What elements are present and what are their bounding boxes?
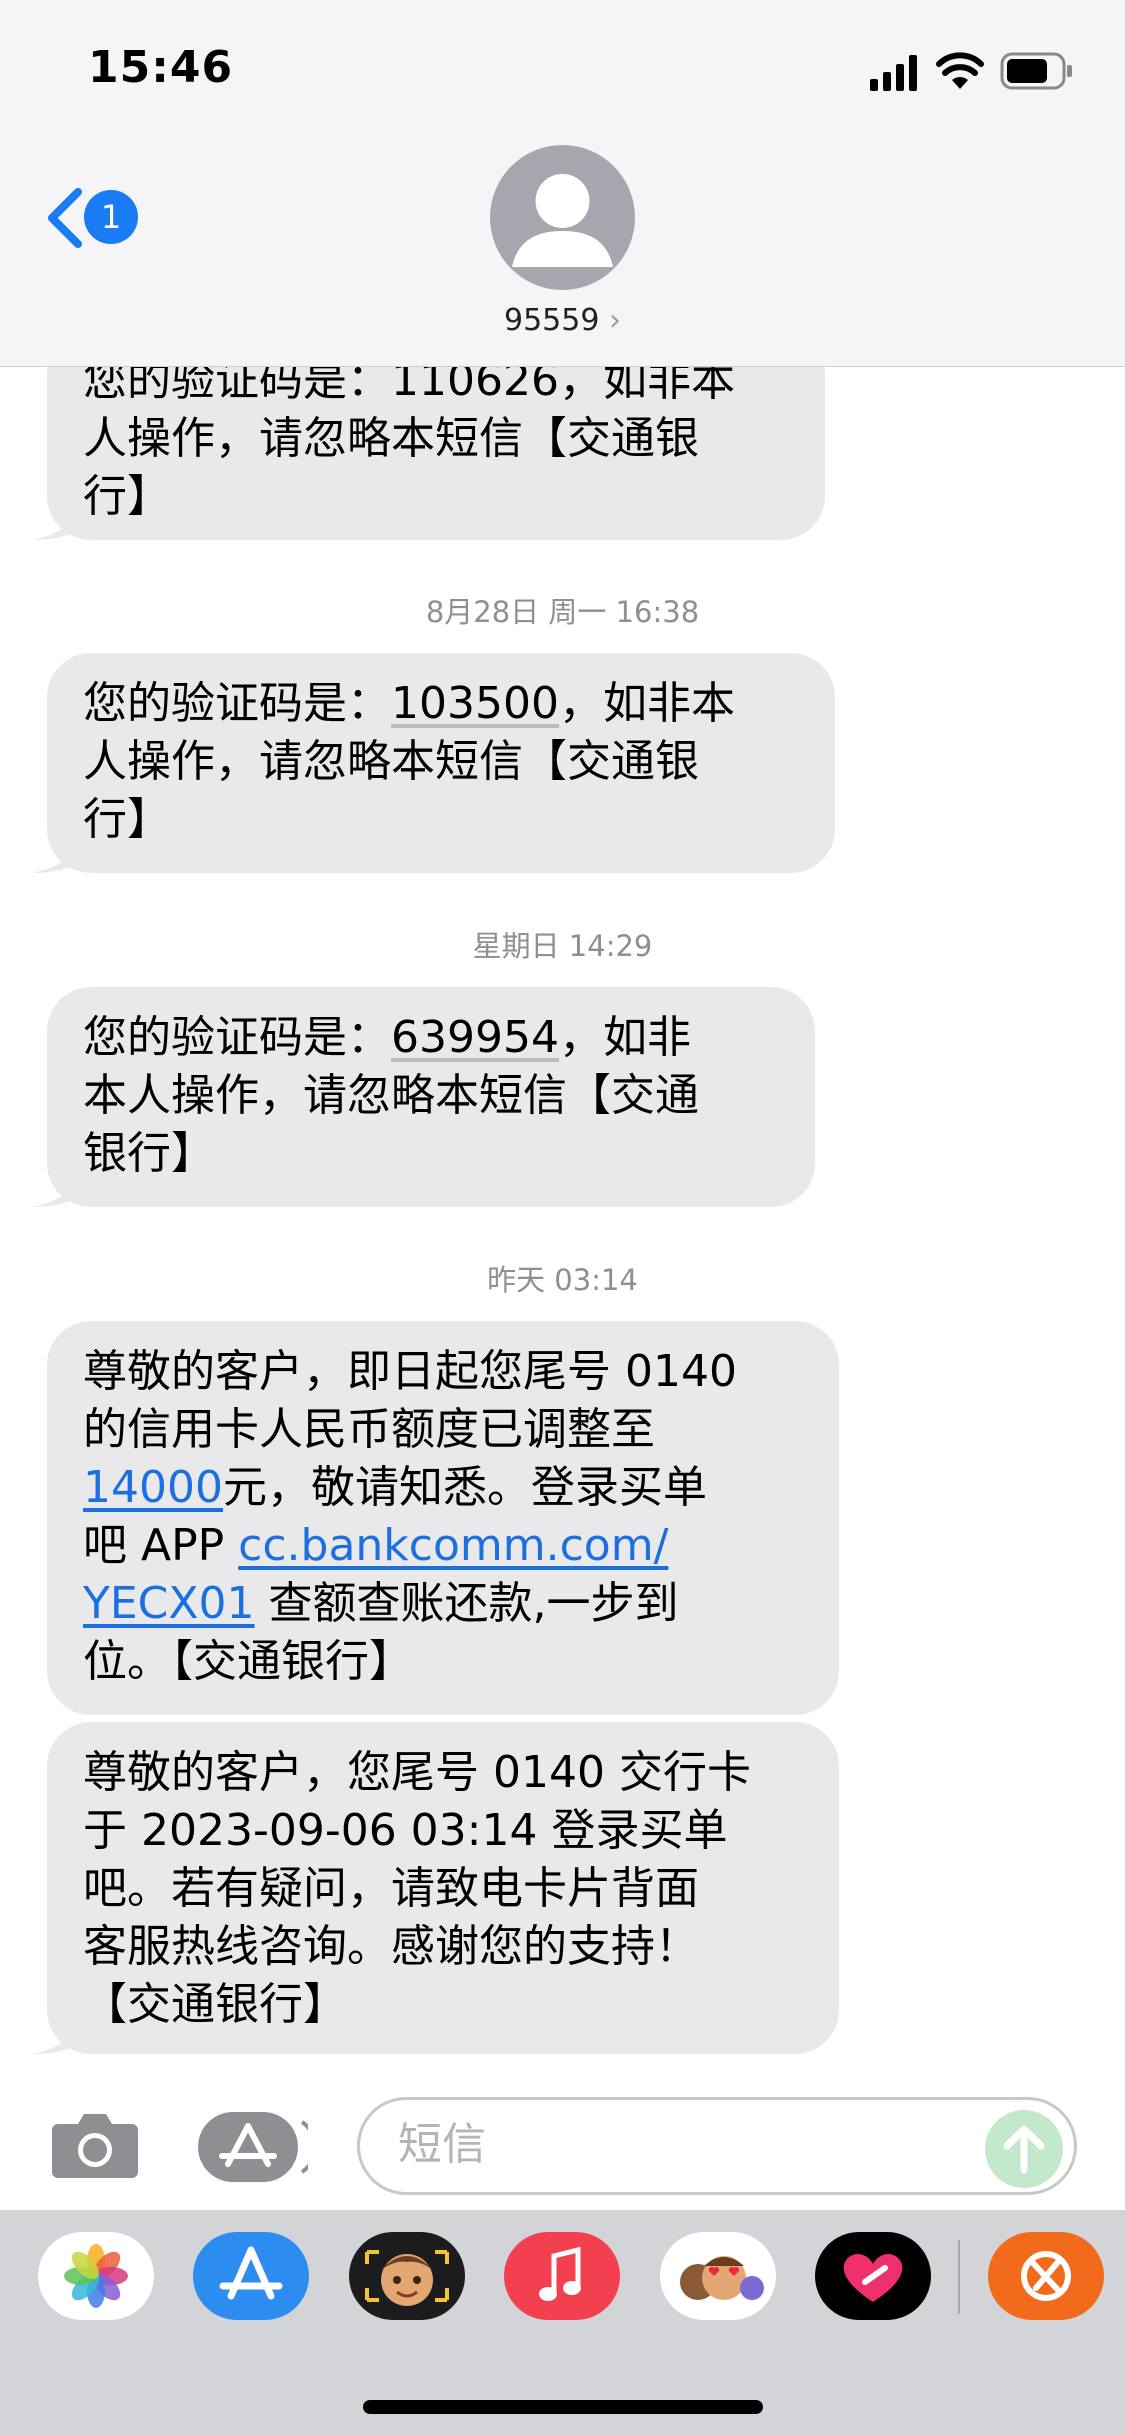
- photos-icon[interactable]: [38, 2232, 154, 2320]
- message-text-line: 您的验证码是：639954，如非: [83, 1009, 779, 1067]
- message-timestamp: 8月28日 周一 16:38: [425, 595, 700, 629]
- arrow-up-icon: [1003, 2125, 1045, 2174]
- app-store-icon[interactable]: [193, 2232, 309, 2320]
- contact-name: 95559: [504, 303, 600, 338]
- message-text: 元，敬请知悉。登录买单: [222, 1462, 707, 1513]
- bubble-tail: [31, 500, 79, 540]
- message-timestamp: 昨天 03:14: [487, 1263, 638, 1297]
- message-text: 您的验证码是：: [83, 678, 391, 729]
- battery-icon: [1000, 52, 1072, 90]
- message-text: 查额查账还款,一步到: [254, 1578, 679, 1629]
- message-text: 您的验证码是：: [83, 1012, 391, 1063]
- memoji-icon[interactable]: [349, 2232, 465, 2320]
- camera-icon: [52, 2114, 138, 2178]
- chevron-left-icon: [48, 188, 82, 248]
- chevron-right-icon: ›: [608, 303, 621, 338]
- message-text: 人操作，请忽略本短信【交通银: [83, 736, 699, 787]
- status-time: 15:46: [88, 42, 234, 93]
- message-text-line: 您的验证码是：103500，如非本: [83, 675, 799, 733]
- message-text: 银行】: [83, 1128, 215, 1179]
- amount-link[interactable]: 14000: [83, 1462, 223, 1513]
- send-button[interactable]: [985, 2110, 1063, 2188]
- conversation-header: 15:46 1 95559 ›: [0, 0, 1125, 367]
- message-text-line: 吧 APP cc.bankcomm.com/: [83, 1517, 803, 1575]
- message-text: 吧。若有疑问，请致电卡片背面: [83, 1863, 699, 1914]
- message-text: 的信用卡人民币额度已调整至: [83, 1404, 655, 1455]
- bubble-tail: [31, 1167, 79, 1207]
- music-note: [539, 2246, 581, 2301]
- wifi-icon: [936, 52, 984, 89]
- message-timestamp: 星期日 14:29: [472, 929, 653, 963]
- app-drawer-button[interactable]: [198, 2112, 318, 2186]
- camera-button[interactable]: [50, 2110, 140, 2184]
- message-text: 尊敬的客户，您尾号 0140 交行卡: [83, 1747, 751, 1798]
- person-icon: [512, 174, 613, 267]
- unread-count-badge: 1: [84, 190, 138, 244]
- message-text: 尊敬的客户，即日起您尾号 0140: [83, 1346, 737, 1397]
- url-link[interactable]: YECX01: [83, 1578, 255, 1629]
- message-text: 吧 APP: [83, 1520, 239, 1571]
- message-text: ，如非: [558, 1012, 691, 1063]
- message-bubble[interactable]: 您的验证码是：639954，如非 本人操作，请忽略本短信【交通 银行】: [31, 987, 815, 1207]
- heart-app-icon[interactable]: [815, 2232, 931, 2320]
- home-indicator[interactable]: [363, 2400, 763, 2414]
- cellular-signal-icon: [870, 55, 917, 91]
- contact-name-row[interactable]: 95559 ›: [0, 303, 1125, 338]
- photos-flower: [64, 2244, 128, 2308]
- message-text: 人操作，请忽略本短信【交通银: [83, 413, 699, 464]
- memoji-stickers-icon[interactable]: [660, 2232, 776, 2320]
- music-icon[interactable]: [504, 2232, 620, 2320]
- message-text: 位。【交通银行】: [83, 1636, 413, 1687]
- verification-code[interactable]: 639954: [391, 1012, 559, 1063]
- orange-app-glyph: [1021, 2251, 1071, 2301]
- message-text: ，如非本: [558, 678, 735, 729]
- message-text: 本人操作，请忽略本短信【交通: [83, 1070, 699, 1121]
- contact-avatar[interactable]: [490, 145, 635, 290]
- message-text-line: 14000元，敬请知悉。登录买单: [83, 1459, 803, 1517]
- bubble-tail: [31, 2014, 79, 2054]
- unread-count: 1: [100, 198, 122, 236]
- heart-glyph: [843, 2253, 903, 2302]
- message-text: 【交通银行】: [83, 1979, 347, 2030]
- message-bubble[interactable]: 您的验证码是：103500，如非本 人操作，请忽略本短信【交通银 行】: [31, 653, 835, 873]
- dock-divider: [958, 2240, 960, 2314]
- url-link[interactable]: cc.bankcomm.com/: [238, 1520, 668, 1571]
- message-bubble[interactable]: 尊敬的客户，您尾号 0140 交行卡 于 2023-09-06 03:14 登录…: [31, 1722, 839, 2054]
- message-bubble[interactable]: 尊敬的客户，即日起您尾号 0140 的信用卡人民币额度已调整至 14000元，敬…: [47, 1321, 839, 1715]
- bubble-tail: [31, 833, 79, 873]
- back-button[interactable]: 1: [44, 180, 144, 252]
- message-text-line: YECX01 查额查账还款,一步到: [83, 1575, 803, 1633]
- message-text: 行】: [83, 794, 171, 845]
- message-input[interactable]: [396, 2118, 960, 2171]
- orange-app-icon[interactable]: [988, 2232, 1104, 2320]
- message-text: 行】: [83, 471, 171, 522]
- verification-code[interactable]: 103500: [391, 678, 559, 729]
- message-text: 客服热线咨询。感谢您的支持！: [83, 1921, 699, 1972]
- memoji-stickers: [680, 2256, 764, 2300]
- memoji-face: [365, 2250, 449, 2306]
- message-text: 于 2023-09-06 03:14 登录买单: [83, 1805, 728, 1856]
- message-input-field[interactable]: [357, 2097, 1077, 2195]
- app-store-glyph: [219, 2246, 283, 2300]
- app-store-icon: [198, 2112, 318, 2182]
